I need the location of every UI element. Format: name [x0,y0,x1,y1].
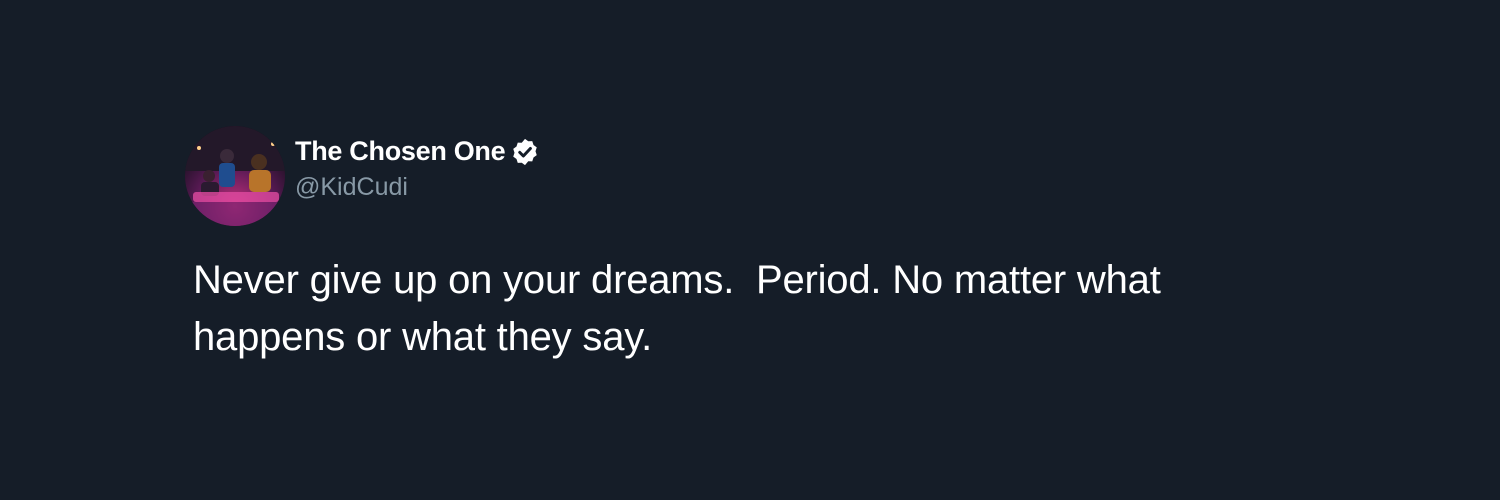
tweet-text: Never give up on your dreams. Period. No… [193,252,1325,366]
tweet-header: The Chosen One @KidCudi [185,126,1325,226]
tweet-text-line: Never give up on your dreams. Period. No… [193,258,1161,302]
tweet-text-line: happens or what they say. [193,315,652,359]
display-name[interactable]: The Chosen One [295,136,506,167]
profile-photo-icon [185,126,285,226]
name-row: The Chosen One [295,136,540,167]
author-handle[interactable]: @KidCudi [295,173,540,202]
verified-badge-icon [510,137,540,167]
author-identity: The Chosen One @KidCudi [295,136,540,202]
tweet-card: The Chosen One @KidCudi Never give up on… [185,126,1325,366]
avatar[interactable] [185,126,285,226]
